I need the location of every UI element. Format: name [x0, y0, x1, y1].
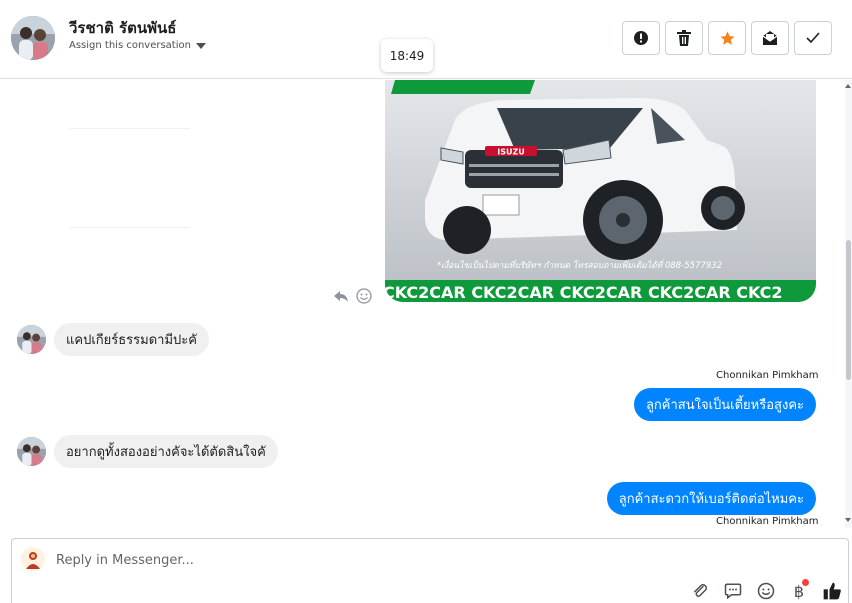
reply-composer: ฿	[11, 538, 849, 603]
attach-file-button[interactable]	[689, 581, 711, 601]
like-button[interactable]	[821, 581, 843, 601]
conversation-actions	[622, 21, 832, 55]
envelope-open-icon	[762, 31, 778, 45]
trash-icon	[677, 30, 691, 46]
emoji-button[interactable]	[755, 581, 777, 601]
sender-name: Chonnikan Pimkham	[716, 370, 819, 381]
scrollbar-thumb[interactable]	[846, 240, 851, 380]
assign-conversation-dropdown[interactable]: Assign this conversation	[69, 40, 206, 51]
sender-name: Chonnikan Pimkham	[716, 516, 819, 527]
contact-avatar[interactable]	[11, 16, 55, 60]
conversation-header: วีรชาติ รัตนพันธ์ Assign this conversati…	[0, 0, 852, 79]
incoming-message[interactable]: อยากดูทั้งสองอย่างคัจะได้ตัดสินใจคั	[54, 435, 278, 468]
mark-spam-button[interactable]	[622, 21, 660, 55]
contact-avatar-small	[17, 325, 46, 354]
divider	[70, 227, 190, 228]
reply-message-icon[interactable]	[333, 288, 349, 308]
payment-button[interactable]: ฿	[788, 579, 810, 601]
mark-unread-button[interactable]	[751, 21, 789, 55]
message-thread: ISUZU *เงื่อนไขเป็นไปตามที่บริษัทฯ กำหนด…	[0, 80, 845, 528]
quick-reply-icon	[724, 583, 742, 600]
incoming-message[interactable]: แคปเกียร์ธรรมดามีปะคั	[54, 323, 209, 356]
caret-down-icon	[195, 42, 206, 49]
scroll-up-arrow[interactable]	[845, 84, 851, 88]
reply-input[interactable]	[56, 549, 656, 571]
notification-dot	[802, 579, 809, 586]
assign-label: Assign this conversation	[69, 40, 191, 51]
mark-done-button[interactable]	[794, 21, 832, 55]
timestamp-tooltip: 18:49	[381, 39, 433, 72]
outgoing-message[interactable]: ลูกค้าสะดวกให้เบอร์ติดต่อไหมคะ	[606, 482, 816, 515]
image-caption: *เงื่อนไขเป็นไปตามที่บริษัทฯ กำหนด โทรสอ…	[437, 259, 722, 271]
like-icon	[823, 582, 841, 600]
shared-car-image[interactable]: ISUZU *เงื่อนไขเป็นไปตามที่บริษัทฯ กำหนด…	[385, 80, 816, 302]
messenger-conversation: วีรชาติ รัตนพันธ์ Assign this conversati…	[0, 0, 852, 603]
alert-circle-icon	[634, 31, 648, 45]
star-icon	[719, 30, 735, 45]
emoji-icon	[757, 582, 775, 600]
car-brand-text: ISUZU	[497, 148, 525, 157]
image-banner: CKC2CAR CKC2CAR CKC2CAR CKC2CAR CKC2	[385, 283, 783, 302]
scroll-down-arrow[interactable]	[845, 518, 851, 522]
contact-avatar-small	[17, 437, 46, 466]
star-button[interactable]	[708, 21, 746, 55]
divider	[70, 128, 190, 129]
message-row: อยากดูทั้งสองอย่างคัจะได้ตัดสินใจคั	[17, 435, 278, 468]
page-avatar	[21, 547, 45, 571]
check-icon	[806, 32, 820, 44]
contact-name[interactable]: วีรชาติ รัตนพันธ์	[69, 16, 176, 40]
composer-tools: ฿	[689, 579, 843, 601]
paperclip-icon	[694, 583, 708, 597]
delete-button[interactable]	[665, 21, 703, 55]
outgoing-message[interactable]: ลูกค้าสนใจเป็นเตี้ยหรือสูงคะ	[633, 388, 816, 421]
react-emoji-icon[interactable]	[356, 288, 372, 308]
message-row: แคปเกียร์ธรรมดามีปะคั	[17, 323, 209, 356]
saved-replies-button[interactable]	[722, 581, 744, 601]
